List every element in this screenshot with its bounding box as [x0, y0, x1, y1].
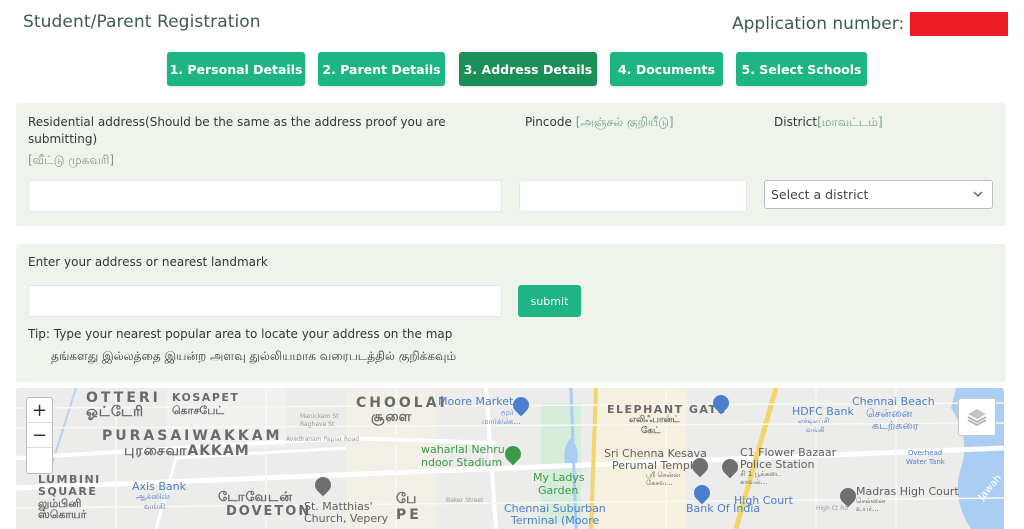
map-label-kosapet-tamil: கொசபேட் — [172, 404, 225, 417]
map-poi-sri-chenna-kesava-tamil-2: கேசவ... — [646, 479, 673, 487]
map-label-elephant-gate-tamil-1: எலிஃபான்ட் — [629, 415, 680, 425]
pincode-input[interactable] — [519, 180, 747, 212]
residential-address-label-text: Residential address(Should be the same a… — [28, 115, 446, 146]
street-raghava: Raghava St — [300, 421, 335, 428]
district-select-value: Select a district — [771, 187, 869, 202]
map-poi-chennai-suburban-1[interactable]: Chennai Suburban — [504, 503, 606, 515]
map-poi-axis-bank-tamil-2: வங்கி — [144, 502, 166, 511]
map-poi-chennai-suburban-2: Terminal (Moore — [511, 514, 600, 527]
map-poi-madras-high-court-tamil-2: உயர்... — [856, 505, 879, 513]
layers-icon — [967, 409, 987, 427]
map-label-kosapet: KOSAPET — [172, 391, 240, 404]
map-label-lumbini-tamil-2: ஸ்கொயர் — [38, 508, 87, 521]
submit-button[interactable]: submit — [518, 285, 581, 317]
map-poi-hdfc-bank[interactable]: HDFC Bank — [792, 406, 854, 418]
tab-personal-details[interactable]: 1. Personal Details — [167, 52, 305, 86]
map-poi-high-court-metro[interactable]: High Court — [734, 495, 793, 507]
tip-text: Tip: Type your nearest popular area to l… — [28, 327, 453, 341]
zoom-control: + − — [26, 397, 53, 474]
map-poi-police-station: Police Station — [516, 388, 577, 391]
map-label-square: SQUARE — [38, 485, 98, 498]
map[interactable]: OTTERI ஓட்டேரி KOSAPET கொசபேட் PURASAIWA… — [16, 388, 1004, 529]
map-label-otteri-tamil: ஓட்டேரி — [86, 404, 145, 420]
district-label: District[மாவட்டம்] — [774, 114, 883, 131]
map-poi-nehru-stadium-2: ndoor Stadium — [421, 456, 503, 469]
map-poi-axis-bank-tamil-1: ஆக்ஸிஸ் — [136, 492, 170, 501]
map-poi-axis-bank[interactable]: Axis Bank — [132, 481, 186, 493]
map-poi-overhead-tank-2: Water Tank — [906, 458, 945, 466]
map-poi-st-matthias-1: St. Matthias' — [304, 500, 373, 513]
tab-select-schools[interactable]: 5. Select Schools — [736, 52, 867, 86]
map-poi-nehru-stadium-1[interactable]: waharlal Nehru — [421, 444, 505, 456]
map-label-elephant-gate-tamil-2: கேட் — [641, 426, 661, 436]
map-poi-overhead-tank-1: Overhead — [908, 449, 943, 457]
tab-documents[interactable]: 4. Documents — [610, 52, 723, 86]
map-poi-moore-market-tamil-2: மார்க்கெ... — [482, 417, 521, 426]
map-poi-hdfc-bank-tamil-2: வங்கி — [806, 426, 825, 434]
address-panel: Residential address(Should be the same a… — [16, 103, 1006, 226]
pincode-label: Pincode [அஞ்சல் குறியீடு] — [525, 114, 674, 131]
map-poi-moore-market[interactable]: Moore Market — [438, 396, 513, 408]
map-label-pe-tamil: பே — [396, 491, 418, 507]
landmark-input[interactable] — [28, 285, 502, 317]
landmark-panel: Enter your address or nearest landmark s… — [16, 244, 1006, 382]
page-title: Student/Parent Registration — [23, 12, 261, 32]
map-poi-my-ladys-garden-1[interactable]: My Ladys — [533, 472, 585, 484]
map-poi-c1-flower-bazaar-tamil-2: காவல்... — [740, 478, 768, 486]
application-number: Application number: — [732, 12, 1009, 36]
tab-parent-details[interactable]: 2. Parent Details — [318, 52, 445, 86]
map-poi-st-matthias-2: Church, Vepery — [304, 512, 389, 525]
street-high-ct-rd: High Ct Rd — [816, 505, 849, 512]
map-poi-chennai-beach-tamil-2: கடற்கரை — [872, 419, 919, 432]
map-poi-my-ladys-garden-2: Garden — [538, 484, 579, 497]
landmark-label: Enter your address or nearest landmark — [28, 255, 268, 269]
map-label-elephant-gate: ELEPHANT GATE — [607, 403, 727, 416]
residential-address-label: Residential address(Should be the same a… — [28, 114, 478, 169]
map-poi-c1-flower-bazaar-1[interactable]: C1 Flower Bazaar — [740, 447, 836, 459]
layers-button[interactable] — [958, 398, 996, 436]
tab-address-details[interactable]: 3. Address Details — [459, 52, 597, 86]
street-manickam: Manickam St — [300, 413, 339, 420]
map-poi-sri-chenna-kesava-1[interactable]: Sri Chenna Kesava — [604, 448, 707, 460]
residential-address-label-tamil: [வீட்டு முகவரி] — [28, 153, 115, 167]
map-poi-hdfc-bank-tamil-1: எச்டிஎப்சி — [798, 417, 830, 425]
residential-address-input[interactable] — [28, 180, 502, 212]
map-label-lumbini: LUMBINI — [38, 473, 101, 486]
map-poi-chennai-beach-tamil-1: சென்னை — [866, 407, 913, 420]
pincode-label-tamil: [அஞ்சல் குறியீடு] — [575, 115, 674, 129]
map-poi-madras-high-court[interactable]: Madras High Court — [856, 486, 959, 498]
tip-text-tamil: தங்களது இல்லத்தை இயன்ற அளவு துல்லியமாக வ… — [51, 349, 457, 363]
zoom-out-button[interactable]: − — [27, 423, 52, 448]
map-poi-c1-flower-bazaar-2: Police Station — [740, 458, 815, 471]
street-baker: Baker Street — [446, 497, 484, 504]
district-label-text: District — [774, 115, 818, 129]
map-label-purasaiwakkam-tamil: புரசைவாAKKAM — [124, 443, 250, 459]
street-avadhanam: Avadhanam Papiar Road — [286, 436, 360, 443]
map-label-pe: PE — [396, 507, 422, 523]
chevron-down-icon — [973, 191, 983, 197]
map-label-choolai-tamil: சூளை — [371, 409, 413, 425]
application-number-redacted — [910, 12, 1009, 36]
map-poi-sri-chenna-kesava-2: Perumal Temple — [612, 459, 700, 472]
map-label-doveton: DOVETON — [226, 504, 312, 519]
zoom-in-button[interactable]: + — [27, 398, 52, 423]
map-label-doveton-tamil: டோவேடன் — [218, 490, 293, 505]
step-tabs: 1. Personal Details 2. Parent Details 3.… — [0, 52, 1024, 86]
application-number-label: Application number: — [732, 14, 905, 34]
map-label-purasaiwakkam: PURASAIWAKKAM — [102, 428, 283, 444]
pincode-label-text: Pincode — [525, 115, 572, 129]
map-poi-chennai-beach[interactable]: Chennai Beach — [852, 396, 935, 408]
district-label-tamil: [மாவட்டம்] — [817, 115, 883, 129]
district-select[interactable]: Select a district — [764, 180, 993, 209]
